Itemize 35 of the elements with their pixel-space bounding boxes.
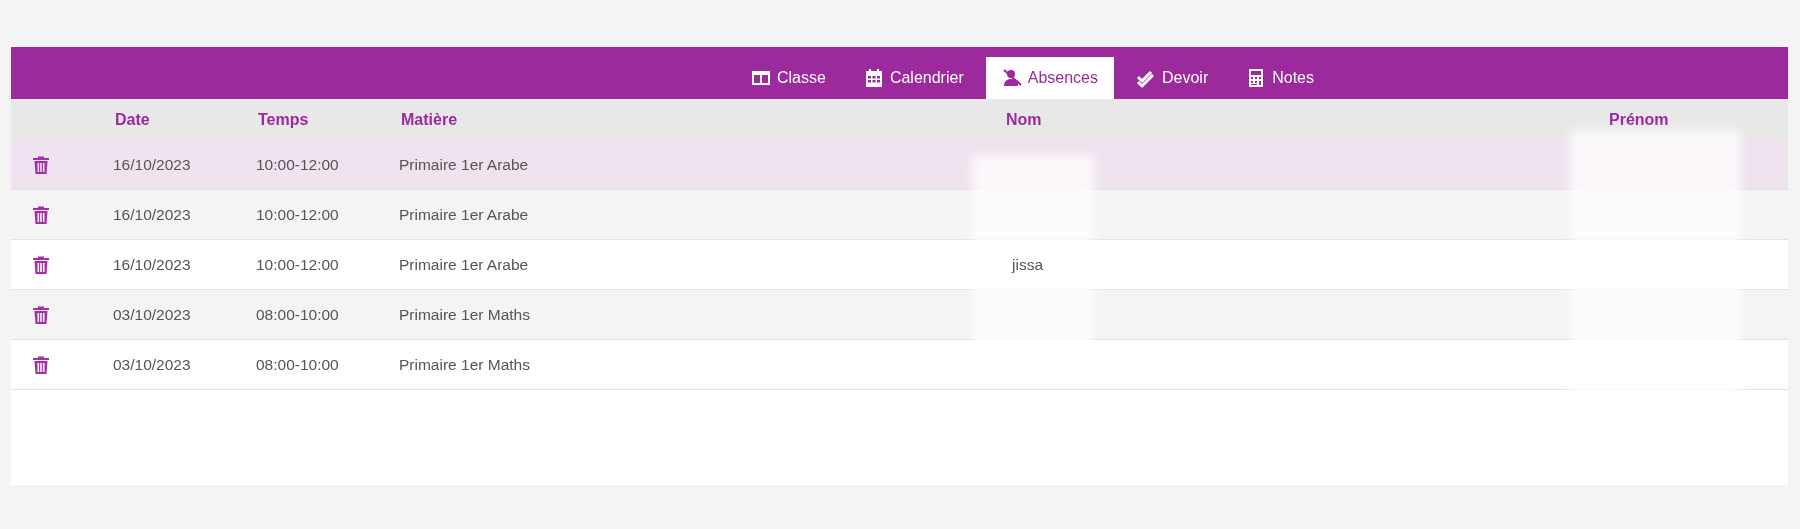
trash-icon[interactable] <box>33 155 49 174</box>
tab[interactable]: Calendrier <box>847 57 980 99</box>
column-header: Temps <box>257 110 309 129</box>
tab[interactable]: Devoir <box>1120 57 1225 99</box>
trash-icon[interactable] <box>33 255 49 274</box>
table-cell-text: 10:00-12:00 <box>255 205 340 224</box>
trash-icon[interactable] <box>33 355 49 374</box>
calendar-icon <box>863 68 884 88</box>
trash-icon[interactable] <box>33 205 49 224</box>
table-cell-text: Primaire 1er Maths <box>398 355 531 374</box>
table-cell-text: 03/10/2023 <box>112 355 192 374</box>
table-cell-text: 10:00-12:00 <box>255 155 340 174</box>
double-check-icon <box>1136 68 1156 88</box>
columns-icon <box>751 68 771 88</box>
trash-icon[interactable] <box>33 305 49 324</box>
column-header: Nom <box>1005 110 1042 129</box>
table-cell-text: 16/10/2023 <box>112 155 192 174</box>
table-cell-text: Primaire 1er Maths <box>398 305 531 324</box>
table-cell-text: Primaire 1er Arabe <box>398 155 530 174</box>
column-header: Date <box>114 110 150 129</box>
table-cell-text: 08:00-10:00 <box>255 305 340 324</box>
table-cell-text: Primaire 1er Arabe <box>398 255 530 274</box>
table-cell-text: 08:00-10:00 <box>255 355 340 374</box>
table-cell-text: 10:00-12:00 <box>255 255 340 274</box>
tab[interactable]: Absences <box>985 57 1114 99</box>
table-cell-text: Primaire 1er Arabe <box>398 205 530 224</box>
table-cell-text: 16/10/2023 <box>112 205 192 224</box>
tab[interactable]: Notes <box>1230 57 1330 99</box>
user-slash-icon <box>1001 68 1022 88</box>
tab[interactable]: Classe <box>735 57 842 99</box>
table-cell-text: jissa <box>1010 255 1043 274</box>
column-header: Matière <box>400 110 458 129</box>
table-cell-text: 16/10/2023 <box>112 255 192 274</box>
column-header: Prénom <box>1608 110 1669 129</box>
table-cell-text: 03/10/2023 <box>112 305 192 324</box>
